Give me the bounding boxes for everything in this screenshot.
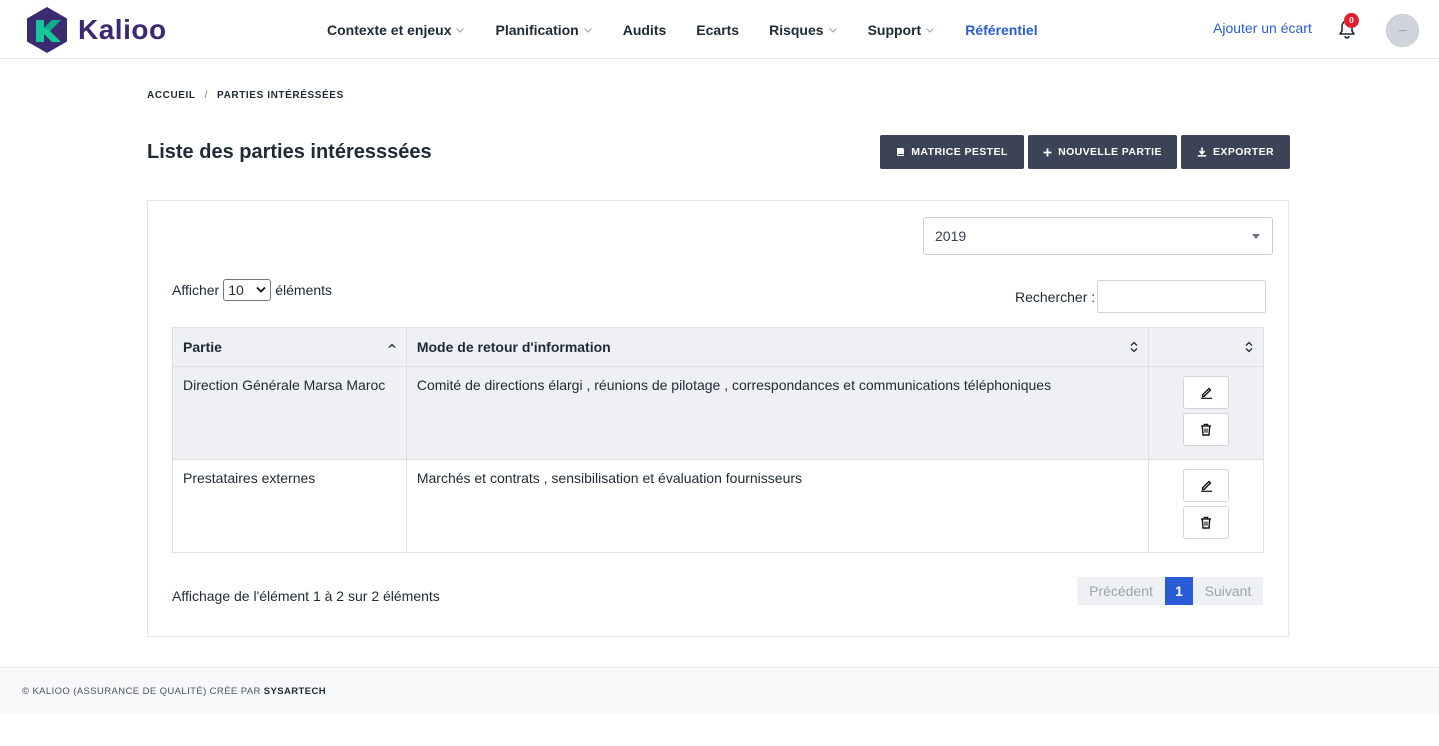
- nav-item-label: Contexte et enjeux: [327, 21, 452, 38]
- top-navbar: Kalioo Contexte et enjeux Planification …: [0, 0, 1439, 59]
- avatar[interactable]: —: [1386, 14, 1419, 47]
- nav-item-label: Audits: [622, 21, 667, 38]
- search-label: Rechercher :: [1015, 288, 1096, 305]
- column-header-partie[interactable]: Partie: [172, 327, 407, 367]
- footer: © KALIOO (ASSURANCE DE QUALITÉ) CRÉE PAR…: [0, 667, 1439, 713]
- edit-button[interactable]: [1183, 469, 1230, 502]
- nav-item-risques[interactable]: Risques: [769, 22, 837, 38]
- sort-icon: [1245, 341, 1253, 353]
- year-select-value: 2019: [935, 228, 967, 244]
- chevron-down-icon: [256, 286, 266, 293]
- pagination-previous[interactable]: Précédent: [1077, 577, 1165, 605]
- pencil-icon: [1200, 480, 1212, 492]
- nav-item-label: Risques: [769, 21, 824, 38]
- table-row: Direction Générale Marsa Maroc Comité de…: [172, 366, 1264, 460]
- chevron-down-icon: [455, 25, 465, 35]
- column-header-label: Mode de retour d'information: [416, 339, 611, 355]
- cell-mode: Comité de directions élargi , réunions d…: [405, 366, 1150, 460]
- plus-icon: [1043, 148, 1052, 157]
- edit-button[interactable]: [1183, 376, 1230, 409]
- show-suffix: éléments: [275, 282, 333, 298]
- cell-partie: Direction Générale Marsa Maroc: [172, 366, 407, 460]
- book-icon: [896, 147, 905, 157]
- notification-badge: 0: [1344, 13, 1359, 28]
- parties-table: Partie Mode de retour d'information Dire…: [172, 327, 1264, 553]
- page-title: Liste des parties intéresssées: [147, 141, 432, 163]
- caret-down-icon: [1252, 234, 1260, 239]
- nav-item-label: Support: [867, 21, 922, 38]
- page-actions: MATRICE PESTEL NOUVELLE PARTIE EXPORTER: [880, 135, 1290, 169]
- delete-button[interactable]: [1183, 413, 1230, 446]
- show-prefix: Afficher: [172, 282, 220, 298]
- chevron-down-icon: [583, 25, 593, 35]
- button-label: NOUVELLE PARTIE: [1058, 146, 1162, 158]
- main-nav: Contexte et enjeux Planification Audits …: [327, 0, 1068, 59]
- nav-item-contexte[interactable]: Contexte et enjeux: [327, 22, 465, 38]
- new-party-button[interactable]: NOUVELLE PARTIE: [1028, 135, 1177, 169]
- search-control: Rechercher :: [1015, 280, 1267, 313]
- brand-name: Kalioo: [78, 14, 167, 45]
- column-header-actions[interactable]: [1148, 327, 1264, 367]
- breadcrumb-separator: /: [204, 90, 209, 101]
- delete-button[interactable]: [1183, 506, 1230, 539]
- parties-card: 2019 Afficher 10 éléments Rechercher : P…: [147, 200, 1289, 637]
- button-label: EXPORTER: [1213, 146, 1274, 158]
- page-length-value: 10: [228, 282, 244, 298]
- nav-item-planification[interactable]: Planification: [495, 22, 592, 38]
- trash-icon: [1201, 516, 1212, 529]
- cell-mode: Marchés et contrats , sensibilisation et…: [405, 459, 1150, 553]
- cell-partie: Prestataires externes: [172, 459, 407, 553]
- pagination-next[interactable]: Suivant: [1193, 577, 1263, 605]
- pagination-page[interactable]: 1: [1165, 577, 1193, 605]
- chevron-down-icon: [828, 25, 838, 35]
- table-header-row: Partie Mode de retour d'information: [172, 327, 1264, 367]
- add-gap-link[interactable]: Ajouter un écart: [1213, 20, 1312, 36]
- cell-actions: [1148, 459, 1264, 553]
- breadcrumb-current: PARTIES INTÉRÉSSÉES: [217, 90, 344, 101]
- nav-item-support[interactable]: Support: [868, 22, 936, 38]
- nav-item-ecarts[interactable]: Ecarts: [696, 22, 739, 38]
- kalioo-logo-icon: [27, 7, 67, 53]
- column-header-mode[interactable]: Mode de retour d'information: [405, 327, 1150, 367]
- chevron-down-icon: [925, 25, 935, 35]
- export-button[interactable]: EXPORTER: [1181, 135, 1290, 169]
- nav-item-label: Ecarts: [696, 21, 740, 38]
- nav-item-referentiel[interactable]: Référentiel: [965, 22, 1037, 38]
- table-row: Prestataires externes Marchés et contrat…: [172, 459, 1264, 553]
- download-icon: [1197, 147, 1207, 157]
- page-length-select[interactable]: 10: [223, 279, 272, 301]
- sort-ascending-icon: [388, 343, 396, 348]
- pencil-icon: [1200, 387, 1212, 399]
- cell-actions: [1148, 366, 1264, 460]
- avatar-text: —: [1398, 26, 1407, 35]
- sort-icon: [1130, 341, 1138, 353]
- search-input[interactable]: [1097, 280, 1267, 313]
- nav-item-label: Planification: [495, 21, 579, 38]
- nav-item-label: Référentiel: [965, 21, 1038, 38]
- year-select[interactable]: 2019: [923, 217, 1273, 255]
- button-label: MATRICE PESTEL: [911, 146, 1008, 158]
- footer-text: © KALIOO (ASSURANCE DE QUALITÉ) CRÉE PAR…: [22, 686, 326, 697]
- nav-item-audits[interactable]: Audits: [623, 22, 667, 38]
- footer-copyright: © KALIOO (ASSURANCE DE QUALITÉ) CRÉE PAR: [22, 686, 261, 697]
- column-header-label: Partie: [183, 339, 222, 355]
- table-info: Affichage de l'élément 1 à 2 sur 2 éléme…: [172, 588, 440, 604]
- footer-author[interactable]: SYSARTECH: [264, 686, 326, 697]
- breadcrumb-home[interactable]: ACCUEIL: [147, 90, 196, 101]
- pagination: Précédent 1 Suivant: [1077, 577, 1263, 605]
- matrice-pestel-button[interactable]: MATRICE PESTEL: [880, 135, 1024, 169]
- kalioo-logo[interactable]: Kalioo: [24, 6, 167, 54]
- breadcrumb: ACCUEIL / PARTIES INTÉRÉSSÉES: [147, 90, 344, 101]
- trash-icon: [1201, 423, 1212, 436]
- page-length-control: Afficher 10 éléments: [172, 279, 332, 301]
